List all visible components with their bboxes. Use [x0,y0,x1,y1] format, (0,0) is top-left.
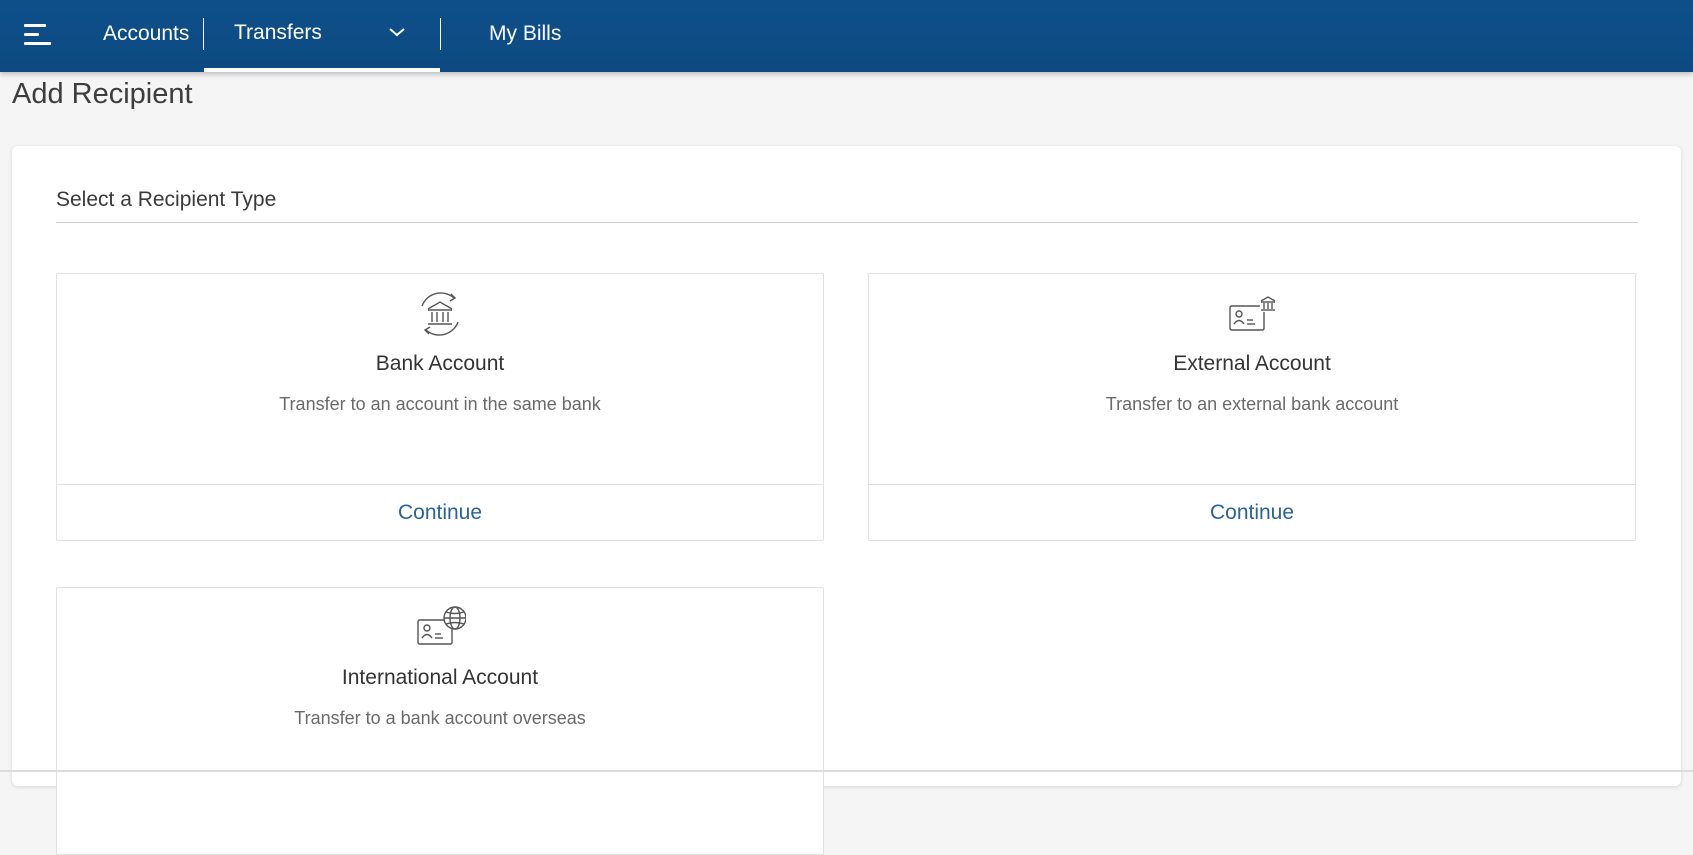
card-title: Bank Account [375,352,505,375]
recipient-type-panel: Select a Recipient Type Bank Account Tra… [12,146,1681,855]
card-description: Transfer to an external bank account [1105,394,1399,414]
bank-account-card: Bank Account Transfer to an account in t… [56,273,824,541]
bank-transfer-icon [57,292,823,336]
external-account-continue-button[interactable]: Continue [869,485,1635,541]
id-card-globe-icon [57,606,823,650]
top-nav-bar: Accounts Transfers My Bills [0,0,1693,72]
card-title: International Account [341,666,539,689]
id-card-bank-icon [869,292,1635,336]
card-description: Transfer to an account in the same bank [279,394,601,414]
section-divider [56,222,1638,223]
section-heading: Select a Recipient Type [56,188,277,211]
nav-separator [440,18,441,50]
nav-transfers-label: Transfers [234,21,322,44]
card-description: Transfer to a bank account overseas [294,708,586,728]
page-title: Add Recipient [12,78,193,110]
international-account-card: International Account Transfer to a bank… [56,587,824,855]
active-tab-indicator [204,68,440,72]
external-account-card: External Account Transfer to an external… [868,273,1636,541]
card-title: External Account [1173,352,1331,375]
chevron-down-icon[interactable] [388,25,406,43]
nav-accounts[interactable]: Accounts [103,0,189,72]
hamburger-menu-icon[interactable] [24,22,52,48]
nav-transfers-tab[interactable]: Transfers [204,0,440,72]
bank-account-continue-button[interactable]: Continue [57,485,823,541]
nav-my-bills[interactable]: My Bills [489,0,561,72]
